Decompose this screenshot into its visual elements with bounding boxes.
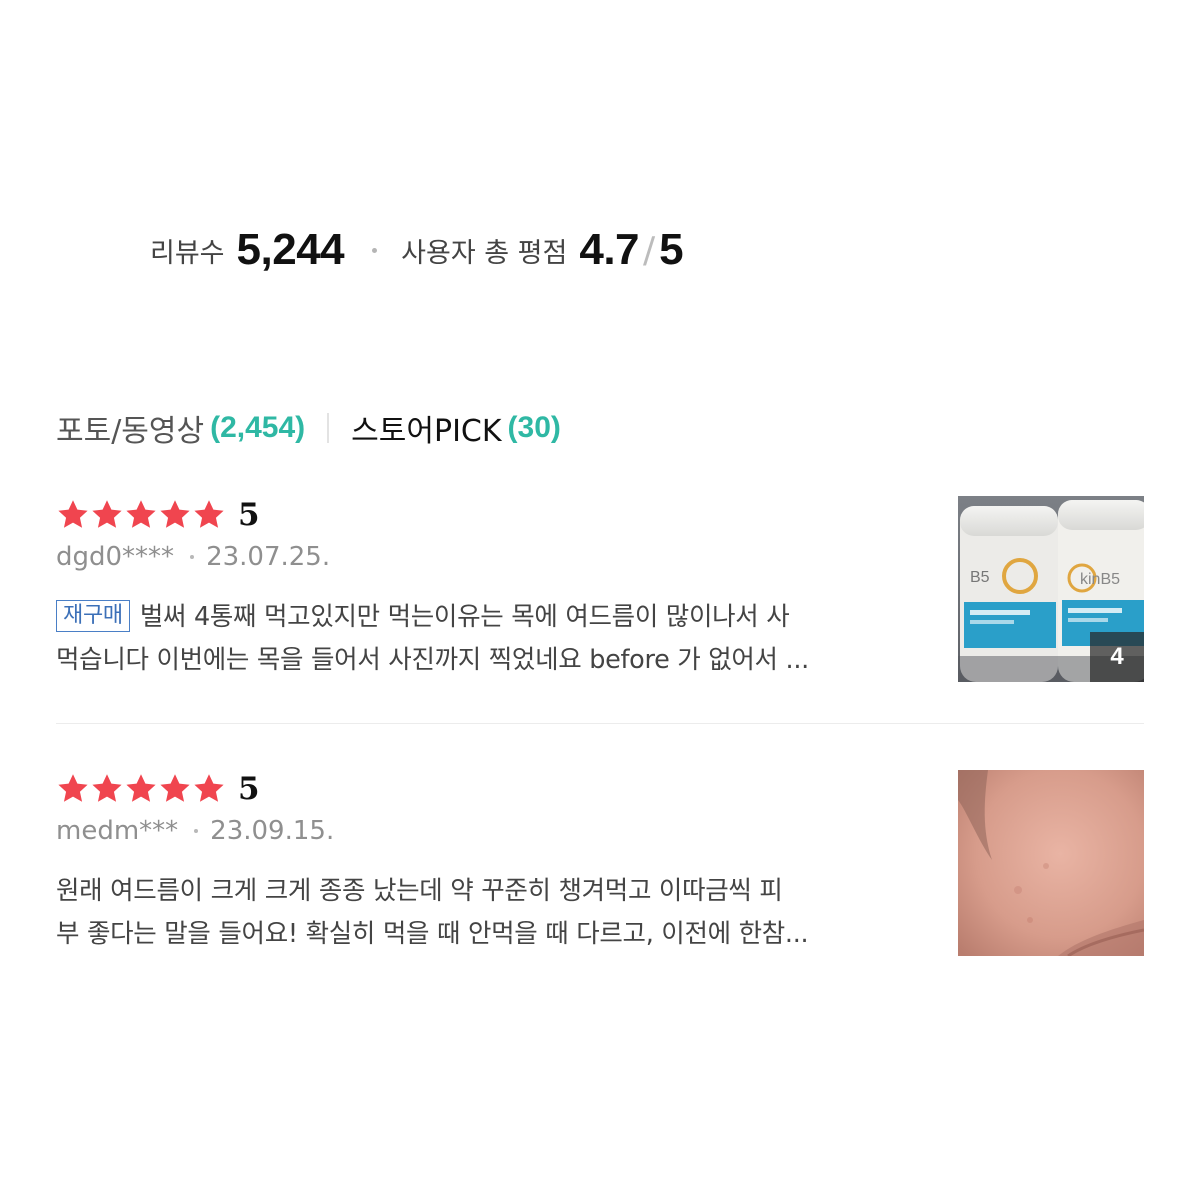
rating-value: 5 <box>238 497 260 533</box>
review-photo-thumbnail[interactable]: B5 kinB5 4 <box>958 496 1144 682</box>
review-text-line: 재구매 벌써 4통째 먹고있지만 먹는이유는 목에 여드름이 많이나서 사 <box>56 596 936 639</box>
review-text-line-2: 부 좋다는 말을 들어요! 확실히 먹을 때 안먹을 때 다르고, 이전에 한참… <box>56 919 809 949</box>
separator-dot <box>372 247 378 253</box>
review-date: 23.09.15. <box>210 816 335 846</box>
star-icon <box>194 500 224 528</box>
reviewer-id: medm*** <box>56 816 179 846</box>
star-icon <box>92 774 122 802</box>
star-icon <box>58 774 88 802</box>
review-count-label: 리뷰수 <box>150 237 225 269</box>
review-item[interactable]: 5 dgd0**** 23.07.25. 재구매 벌써 4통째 먹고있지만 먹는이… <box>56 496 1144 682</box>
star-icon <box>126 500 156 528</box>
review-meta: dgd0**** 23.07.25. <box>56 540 330 574</box>
star-icon <box>194 774 224 802</box>
review-divider <box>56 723 1144 724</box>
star-icon <box>160 774 190 802</box>
review-text[interactable]: 원래 여드름이 크게 크게 종종 났는데 약 꾸준히 챙겨먹고 이따금씩 피 부… <box>56 870 936 956</box>
tab-photo-video[interactable]: 포토/동영상 (2,454) <box>56 406 305 450</box>
svg-text:kinB5: kinB5 <box>1080 571 1120 588</box>
review-filter-tabs: 포토/동영상 (2,454) 스토어PICK (30) <box>56 404 561 452</box>
star-icon <box>58 500 88 528</box>
review-summary: 리뷰수 5,244 사용자 총 평점 4.7 / 5 <box>150 222 684 278</box>
review-text-line-2: 먹습니다 이번에는 목을 들어서 사진까지 찍었네요 before 가 없어서 … <box>56 645 809 675</box>
tab-photo-video-count: (2,454) <box>210 411 306 444</box>
svg-text:B5: B5 <box>970 569 990 586</box>
separator-dot <box>190 555 195 559</box>
review-rating: 5 <box>56 496 260 534</box>
review-rating: 5 <box>56 770 260 808</box>
review-text-line-1: 벌써 4통째 먹고있지만 먹는이유는 목에 여드름이 많이나서 사 <box>139 602 790 632</box>
review-count: 5,244 <box>236 225 345 274</box>
tab-store-pick-label: 스토어PICK <box>351 414 502 449</box>
review-meta: medm*** 23.09.15. <box>56 814 334 848</box>
average-rating-label: 사용자 총 평점 <box>401 237 568 269</box>
star-icon <box>126 774 156 802</box>
tab-store-pick[interactable]: 스토어PICK (30) <box>351 406 561 450</box>
review-date: 23.07.25. <box>206 542 331 572</box>
tab-divider <box>327 413 330 443</box>
review-text[interactable]: 재구매 벌써 4통째 먹고있지만 먹는이유는 목에 여드름이 많이나서 사 먹습니… <box>56 596 936 682</box>
separator-dot <box>194 829 199 833</box>
photo-count-badge: 4 <box>1090 632 1144 682</box>
star-rating <box>56 498 226 532</box>
star-rating <box>56 772 226 806</box>
review-photo-thumbnail[interactable] <box>958 770 1144 956</box>
star-icon <box>160 500 190 528</box>
reviewer-id: dgd0**** <box>56 542 175 572</box>
skin-closeup-photo <box>958 770 1144 956</box>
tab-photo-video-label: 포토/동영상 <box>56 414 205 449</box>
rating-slash: / <box>643 229 656 271</box>
review-text-line-1: 원래 여드름이 크게 크게 종종 났는데 약 꾸준히 챙겨먹고 이따금씩 피 <box>56 876 783 906</box>
review-item[interactable]: 5 medm*** 23.09.15. 원래 여드름이 크게 크게 종종 났는데… <box>56 770 1144 956</box>
average-rating: 4.7 <box>579 225 640 274</box>
tab-store-pick-count: (30) <box>507 411 561 444</box>
repurchase-badge: 재구매 <box>56 600 130 632</box>
max-rating: 5 <box>659 225 684 274</box>
rating-value: 5 <box>238 771 260 807</box>
star-icon <box>92 500 122 528</box>
